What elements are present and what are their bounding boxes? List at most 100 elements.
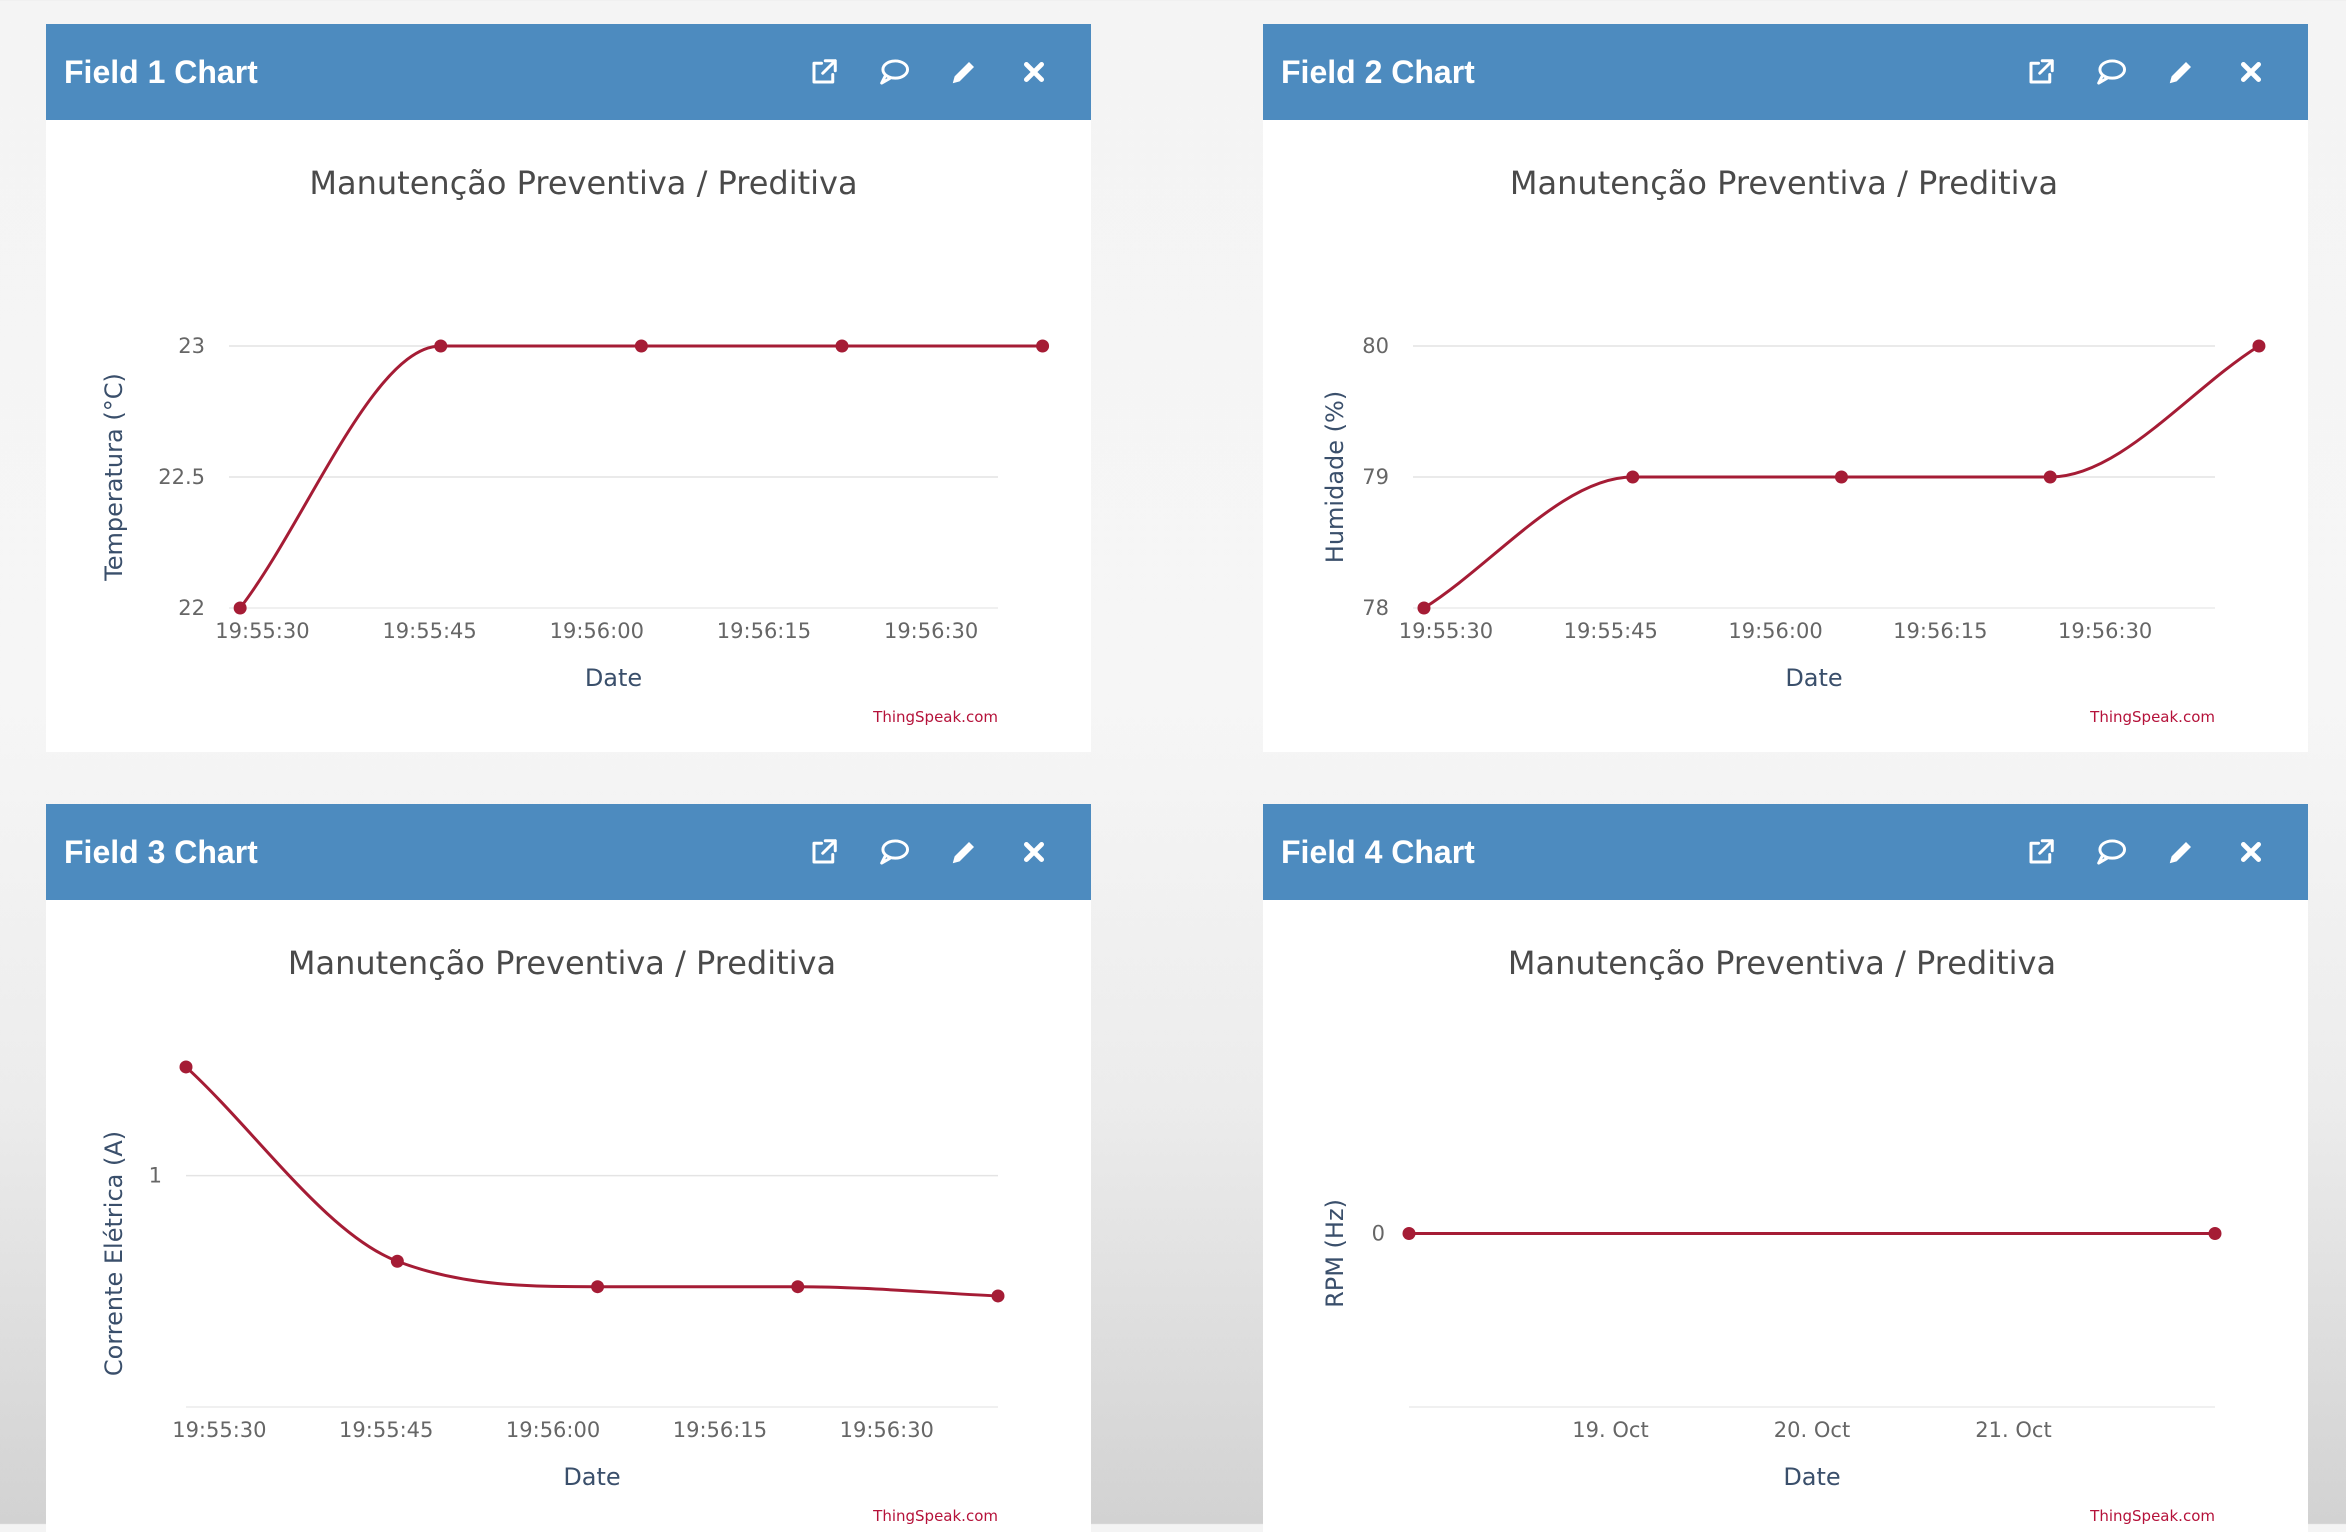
x-tick-label: 19:56:30 xyxy=(2058,619,2152,643)
field-1-chart-panel: Field 1 Chart Manutenção Preventiva / Pr… xyxy=(46,24,1091,752)
field-4-chart-panel: Field 4 Chart Manutenção Preventiva / Pr… xyxy=(1263,804,2308,1532)
x-axis-title: Date xyxy=(563,1463,620,1491)
external-window-icon[interactable] xyxy=(2024,55,2058,89)
field-2-chart-panel: Field 2 Chart Manutenção Preventiva / Pr… xyxy=(1263,24,2308,752)
pencil-icon[interactable] xyxy=(2164,55,2198,89)
external-window-icon[interactable] xyxy=(807,55,841,89)
y-axis-title: Humidade (%) xyxy=(1321,391,1349,563)
x-axis-title: Date xyxy=(1783,1463,1840,1491)
x-tick-label: 19:56:00 xyxy=(1728,619,1822,643)
line-chart: Manutenção Preventiva / Preditiva 0 19. Oc… xyxy=(1321,944,2222,1525)
panel-actions xyxy=(807,804,1051,900)
y-tick-label: 22 xyxy=(178,596,205,620)
x-tick-label: 19:55:30 xyxy=(1399,619,1493,643)
chart-title: Manutenção Preventiva / Preditiva xyxy=(1508,944,2056,982)
data-point[interactable] xyxy=(390,1254,404,1268)
y-tick-label: 22.5 xyxy=(158,465,205,489)
comment-icon[interactable] xyxy=(877,835,911,869)
panel-header: Field 1 Chart xyxy=(46,24,1091,120)
y-axis-title: Temperatura (°C) xyxy=(100,373,128,582)
data-point[interactable] xyxy=(2252,339,2266,353)
close-icon[interactable] xyxy=(1017,835,1051,869)
panel-body: Manutenção Preventiva / Preditiva 0 19. Oc… xyxy=(1263,900,2308,1532)
x-tick-label: 19:56:30 xyxy=(840,1418,934,1442)
y-tick-label: 78 xyxy=(1362,596,1389,620)
chart-title: Manutenção Preventiva / Preditiva xyxy=(309,164,857,202)
x-tick-label: 21. Oct xyxy=(1975,1418,2051,1442)
close-icon[interactable] xyxy=(1017,55,1051,89)
chart-credit-link[interactable]: ThingSpeak.com xyxy=(2089,1507,2215,1525)
data-point[interactable] xyxy=(2043,470,2057,484)
pencil-icon[interactable] xyxy=(947,55,981,89)
y-tick-label: 0 xyxy=(1372,1222,1385,1246)
comment-icon[interactable] xyxy=(877,55,911,89)
comment-icon[interactable] xyxy=(2094,835,2128,869)
data-point[interactable] xyxy=(791,1280,805,1294)
panel-title: Field 4 Chart xyxy=(1281,834,1475,870)
close-icon[interactable] xyxy=(2234,55,2268,89)
panel-title: Field 1 Chart xyxy=(64,54,258,90)
pencil-icon[interactable] xyxy=(2164,835,2198,869)
x-tick-label: 19:56:00 xyxy=(550,619,644,643)
data-point[interactable] xyxy=(233,601,247,615)
y-tick-label: 80 xyxy=(1362,334,1389,358)
x-tick-label: 19:55:45 xyxy=(1564,619,1658,643)
data-point[interactable] xyxy=(434,339,448,353)
chart-credit-link[interactable]: ThingSpeak.com xyxy=(872,708,998,726)
x-tick-label: 19:56:15 xyxy=(717,619,811,643)
close-icon[interactable] xyxy=(2234,835,2268,869)
data-point[interactable] xyxy=(1834,470,1848,484)
data-point[interactable] xyxy=(835,339,849,353)
chart-title: Manutenção Preventiva / Preditiva xyxy=(1510,164,2058,202)
x-tick-label: 19:55:45 xyxy=(339,1418,433,1442)
x-tick-label: 19:56:30 xyxy=(884,619,978,643)
data-point[interactable] xyxy=(1417,601,1431,615)
x-tick-label: 19:56:00 xyxy=(506,1418,600,1442)
chart-credit-link[interactable]: ThingSpeak.com xyxy=(2089,708,2215,726)
x-tick-label: 20. Oct xyxy=(1774,1418,1850,1442)
series-line xyxy=(184,1065,999,1298)
y-tick-label: 79 xyxy=(1362,465,1389,489)
panel-header: Field 2 Chart xyxy=(1263,24,2308,120)
chart-title: Manutenção Preventiva / Preditiva xyxy=(288,944,836,982)
panel-actions xyxy=(2024,24,2268,120)
panel-body: Manutenção Preventiva / Preditiva 22 22.5 2… xyxy=(46,120,1091,752)
panel-actions xyxy=(807,24,1051,120)
data-point[interactable] xyxy=(179,1060,193,1074)
pencil-icon[interactable] xyxy=(947,835,981,869)
data-point[interactable] xyxy=(634,339,648,353)
field-3-chart-panel: Field 3 Chart Manutenção Preventiva / Pr… xyxy=(46,804,1091,1532)
panel-header: Field 3 Chart xyxy=(46,804,1091,900)
panel-header: Field 4 Chart xyxy=(1263,804,2308,900)
data-point[interactable] xyxy=(1402,1227,1416,1240)
data-point[interactable] xyxy=(2208,1227,2222,1240)
line-chart: Manutenção Preventiva / Preditiva 1 19:55:… xyxy=(100,944,1005,1525)
x-tick-label: 19:56:15 xyxy=(1893,619,1987,643)
data-point[interactable] xyxy=(1036,339,1050,353)
chart-credit-link[interactable]: ThingSpeak.com xyxy=(872,1507,998,1525)
line-chart: Manutenção Preventiva / Preditiva 22 22.5 2… xyxy=(100,164,1050,726)
panel-title: Field 3 Chart xyxy=(64,834,258,870)
data-point[interactable] xyxy=(591,1280,605,1294)
x-tick-label: 19:55:30 xyxy=(215,619,309,643)
comment-icon[interactable] xyxy=(2094,55,2128,89)
x-tick-label: 19:55:30 xyxy=(172,1418,266,1442)
x-axis-title: Date xyxy=(585,664,642,692)
line-chart: Manutenção Preventiva / Preditiva 78 79 80 1… xyxy=(1321,164,2266,726)
external-window-icon[interactable] xyxy=(807,835,841,869)
x-tick-label: 19:56:15 xyxy=(673,1418,767,1442)
x-axis-title: Date xyxy=(1785,664,1842,692)
panel-actions xyxy=(2024,804,2268,900)
panel-body: Manutenção Preventiva / Preditiva 1 19:55:… xyxy=(46,900,1091,1532)
data-point[interactable] xyxy=(1626,470,1640,484)
x-tick-label: 19. Oct xyxy=(1572,1418,1648,1442)
y-tick-label: 1 xyxy=(149,1164,162,1188)
panel-body: Manutenção Preventiva / Preditiva 78 79 80 1… xyxy=(1263,120,2308,752)
external-window-icon[interactable] xyxy=(2024,835,2058,869)
y-axis-title: RPM (Hz) xyxy=(1321,1199,1349,1308)
x-tick-label: 19:55:45 xyxy=(382,619,476,643)
y-axis-title: Corrente Elétrica (A) xyxy=(100,1131,128,1376)
data-point[interactable] xyxy=(991,1289,1005,1303)
panel-title: Field 2 Chart xyxy=(1281,54,1475,90)
y-tick-label: 23 xyxy=(178,334,205,358)
